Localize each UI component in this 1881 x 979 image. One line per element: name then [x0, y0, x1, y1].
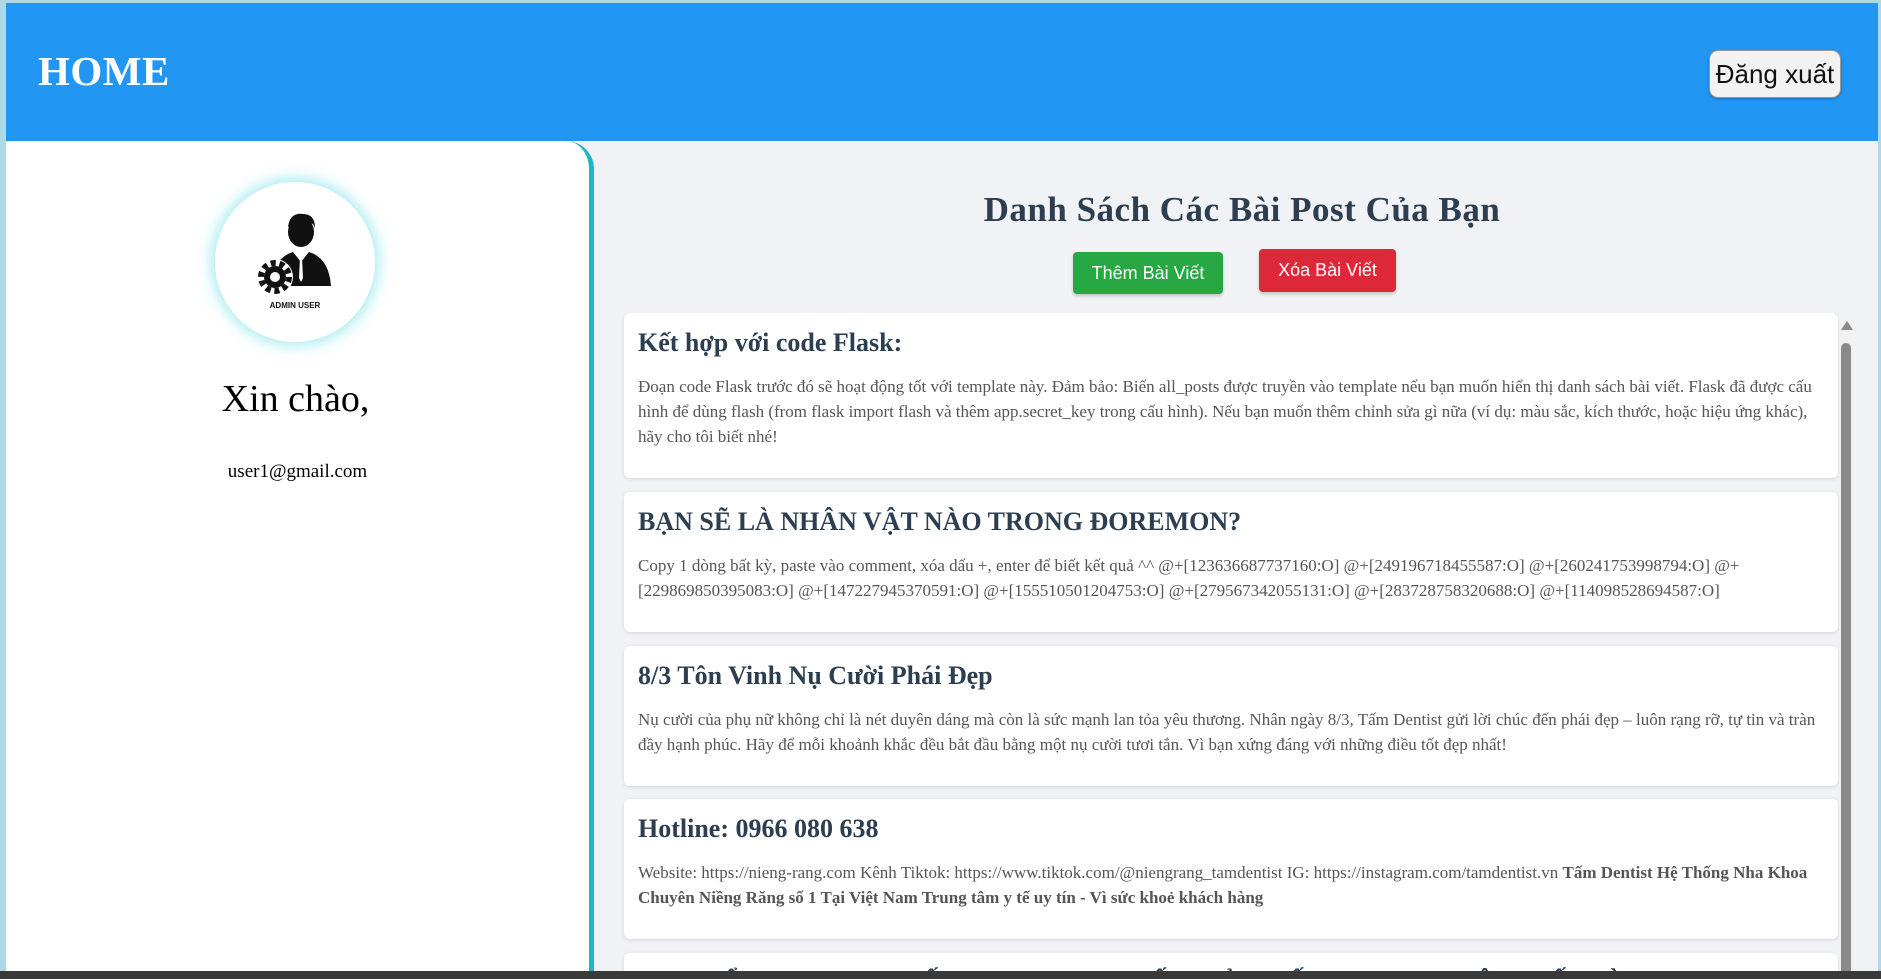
logout-button[interactable]: Đăng xuất: [1709, 50, 1841, 98]
post-body: Copy 1 dòng bất kỳ, paste vào comment, x…: [638, 556, 1740, 600]
post-list-scrollbar[interactable]: [1839, 319, 1853, 976]
post-card[interactable]: Hotline: 0966 080 638 Website: https://n…: [624, 799, 1838, 939]
page-title: Danh Sách Các Bài Post Của Bạn: [983, 190, 1501, 229]
add-post-button[interactable]: Thêm Bài Viết: [1073, 252, 1223, 294]
top-header: HOME Đăng xuất: [6, 3, 1878, 141]
post-body: Website: https://nieng-rang.com Kênh Tik…: [638, 860, 1824, 910]
post-title: Hotline: 0966 080 638: [638, 814, 879, 843]
post-title: 8/3 Tôn Vinh Nụ Cười Phái Đẹp: [638, 661, 993, 690]
user-email: user1@gmail.com: [227, 461, 368, 482]
post-card[interactable]: Kết hợp với code Flask: Đoạn code Flask …: [624, 313, 1838, 478]
home-title[interactable]: HOME: [38, 47, 170, 95]
avatar: ADMIN USER: [215, 182, 375, 342]
post-body-text: Website: https://nieng-rang.com Kênh Tik…: [638, 863, 1559, 882]
post-title: BẠN SẼ LÀ NHÂN VẬT NÀO TRONG ĐOREMON?: [638, 507, 1242, 536]
post-body: Đoạn code Flask trước đó sẽ hoạt động tố…: [638, 377, 1812, 446]
app-window: HOME Đăng xuất ADMIN USER Xin chào, user…: [6, 3, 1878, 976]
admin-user-icon: ADMIN USER: [257, 213, 331, 310]
scroll-thumb[interactable]: [1841, 343, 1851, 976]
window-bottom-edge: [0, 971, 1881, 979]
post-list[interactable]: Kết hợp với code Flask: Đoạn code Flask …: [616, 313, 1839, 976]
avatar-caption: ADMIN USER: [270, 301, 321, 310]
delete-post-button[interactable]: Xóa Bài Viết: [1259, 249, 1396, 292]
post-card[interactable]: BẠN SẼ LÀ NHÂN VẬT NÀO TRONG ĐOREMON? Co…: [624, 492, 1838, 632]
post-title: Kết hợp với code Flask:: [638, 328, 903, 357]
user-sidebar: ADMIN USER Xin chào, user1@gmail.com: [6, 141, 594, 976]
post-body: Nụ cười của phụ nữ không chỉ là nét duyê…: [638, 710, 1816, 754]
scroll-up-arrow-icon[interactable]: [1841, 321, 1853, 330]
greeting-text: Xin chào,: [221, 378, 370, 420]
post-card[interactable]: 8/3 Tôn Vinh Nụ Cười Phái Đẹp Nụ cười củ…: [624, 646, 1838, 786]
